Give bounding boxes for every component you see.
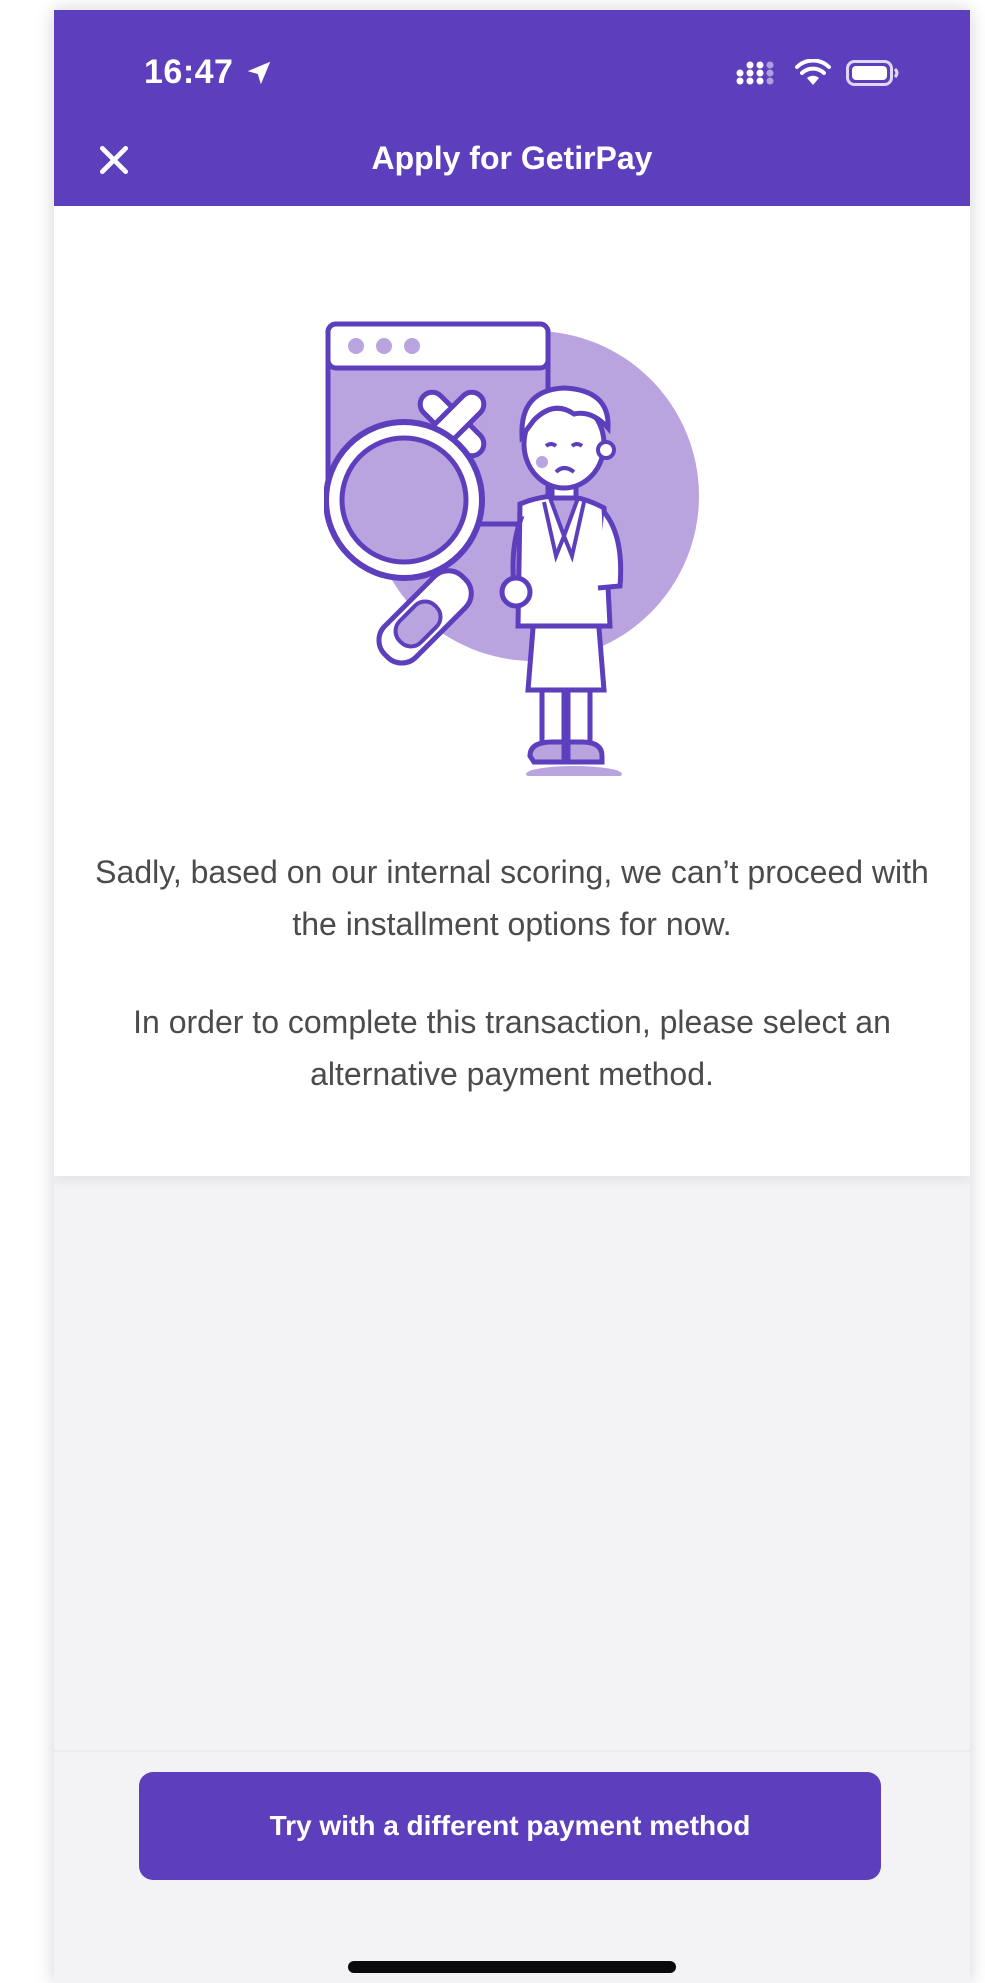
status-icons bbox=[736, 56, 900, 90]
wifi-icon bbox=[795, 59, 831, 85]
alternative-payment-message: In order to complete this transaction, p… bbox=[133, 1004, 891, 1092]
cellular-signal-icon bbox=[736, 61, 774, 85]
home-indicator bbox=[348, 1961, 676, 1973]
app-screen: 16:47 Apply for GetirPay Sadly, based on… bbox=[54, 10, 970, 1983]
location-arrow-icon bbox=[247, 61, 271, 85]
status-time: 16:47 bbox=[144, 53, 234, 91]
rejection-message: Sadly, based on our internal scoring, we… bbox=[95, 854, 929, 942]
app-header: 16:47 Apply for GetirPay bbox=[54, 10, 970, 206]
battery-icon bbox=[846, 60, 899, 86]
try-different-payment-button[interactable]: Try with a different payment method bbox=[139, 1772, 881, 1880]
footer-divider bbox=[54, 1750, 970, 1752]
search-rejected-illustration bbox=[324, 321, 699, 776]
result-card: Sadly, based on our internal scoring, we… bbox=[54, 206, 970, 1176]
page-title: Apply for GetirPay bbox=[371, 140, 653, 176]
